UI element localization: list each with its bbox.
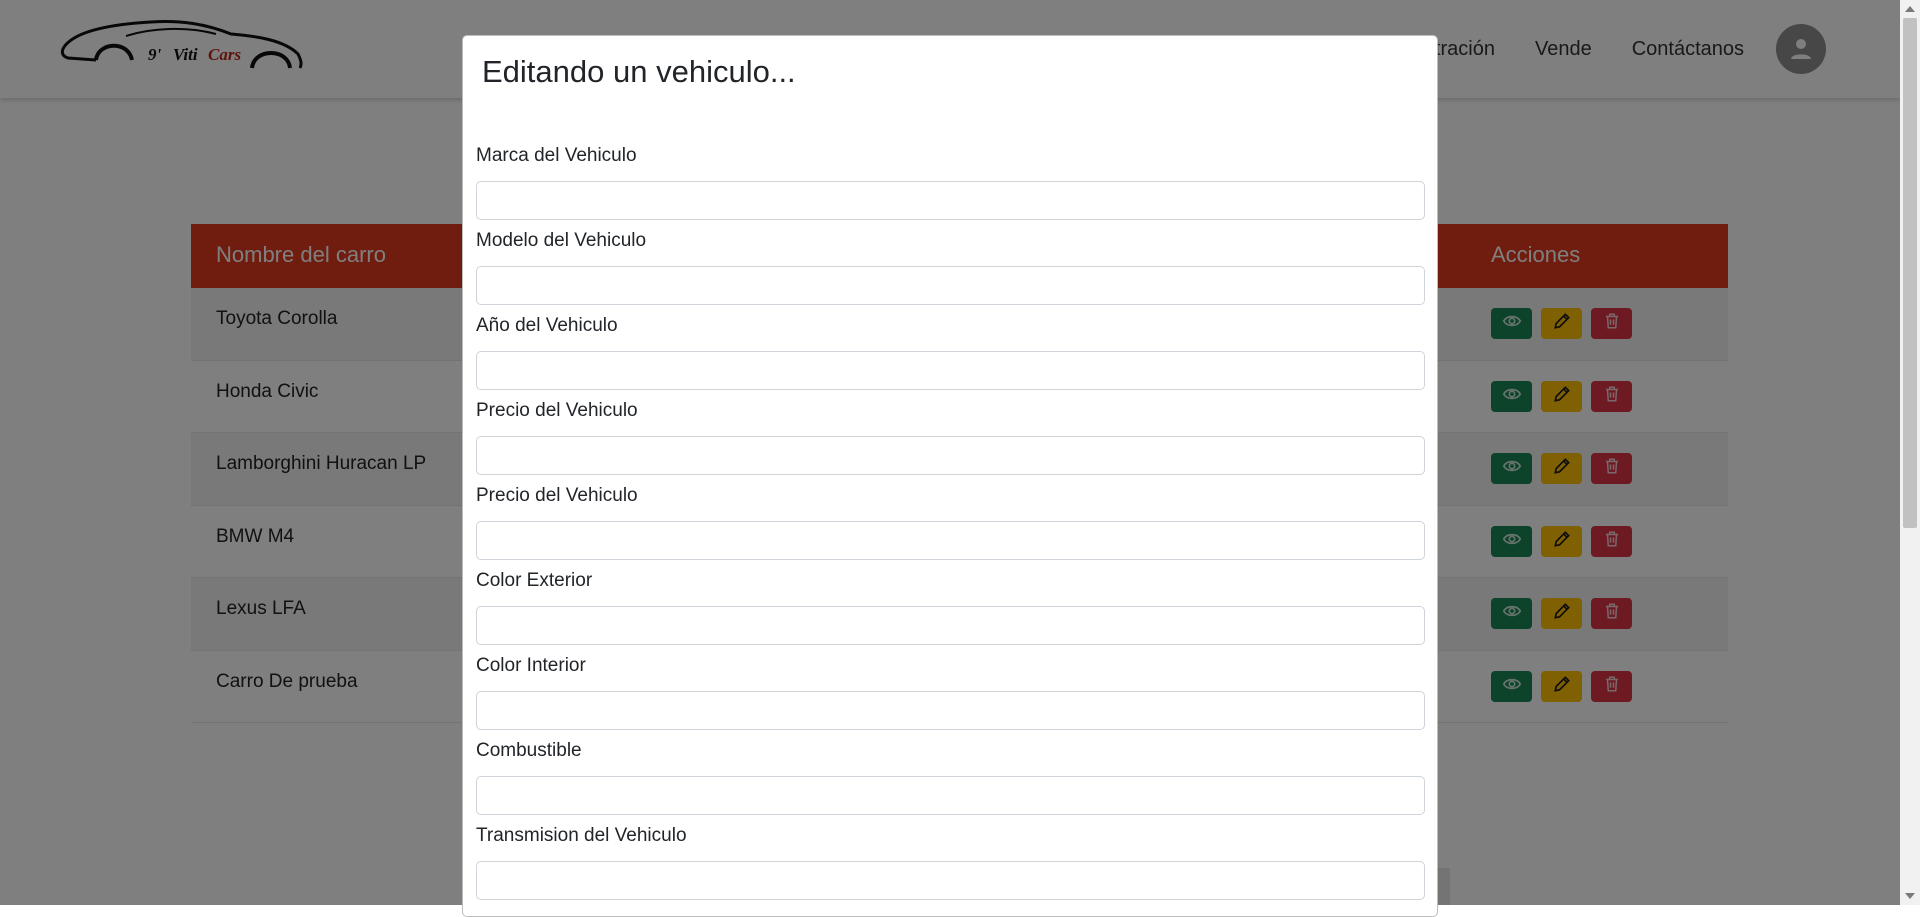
edit-vehicle-modal: Editando un vehiculo... Marca del Vehicu… — [462, 35, 1438, 917]
field-input[interactable] — [476, 861, 1425, 900]
form-field: Transmision del Vehiculo — [476, 825, 1425, 900]
form-field: Precio del Vehiculo — [476, 485, 1425, 560]
field-label: Modelo del Vehiculo — [476, 230, 647, 251]
form-field: Precio del Vehiculo — [476, 400, 1425, 475]
field-label: Transmision del Vehiculo — [476, 825, 687, 846]
form-field: Color Exterior — [476, 570, 1425, 645]
field-input[interactable] — [476, 606, 1425, 645]
field-input[interactable] — [476, 351, 1425, 390]
scroll-thumb[interactable] — [1903, 18, 1917, 528]
field-label: Año del Vehiculo — [476, 315, 618, 336]
page-scrollbar[interactable] — [1900, 0, 1920, 905]
field-label: Combustible — [476, 740, 582, 761]
form-field: Marca del Vehiculo — [476, 145, 1425, 220]
modal-title: Editando un vehiculo... — [482, 54, 796, 89]
field-label: Marca del Vehiculo — [476, 145, 637, 166]
field-input[interactable] — [476, 266, 1425, 305]
field-input[interactable] — [476, 776, 1425, 815]
field-input[interactable] — [476, 181, 1425, 220]
field-label: Precio del Vehiculo — [476, 400, 638, 421]
field-input[interactable] — [476, 521, 1425, 560]
form-field: Año del Vehiculo — [476, 315, 1425, 390]
scroll-up-arrow-icon[interactable] — [1905, 6, 1915, 12]
form-field: Color Interior — [476, 655, 1425, 730]
form-field: Combustible — [476, 740, 1425, 815]
field-label: Color Exterior — [476, 570, 593, 591]
field-label: Precio del Vehiculo — [476, 485, 638, 506]
field-label: Color Interior — [476, 655, 586, 676]
scroll-down-arrow-icon[interactable] — [1905, 893, 1915, 899]
field-input[interactable] — [476, 436, 1425, 475]
form-field: Modelo del Vehiculo — [476, 230, 1425, 305]
field-input[interactable] — [476, 691, 1425, 730]
